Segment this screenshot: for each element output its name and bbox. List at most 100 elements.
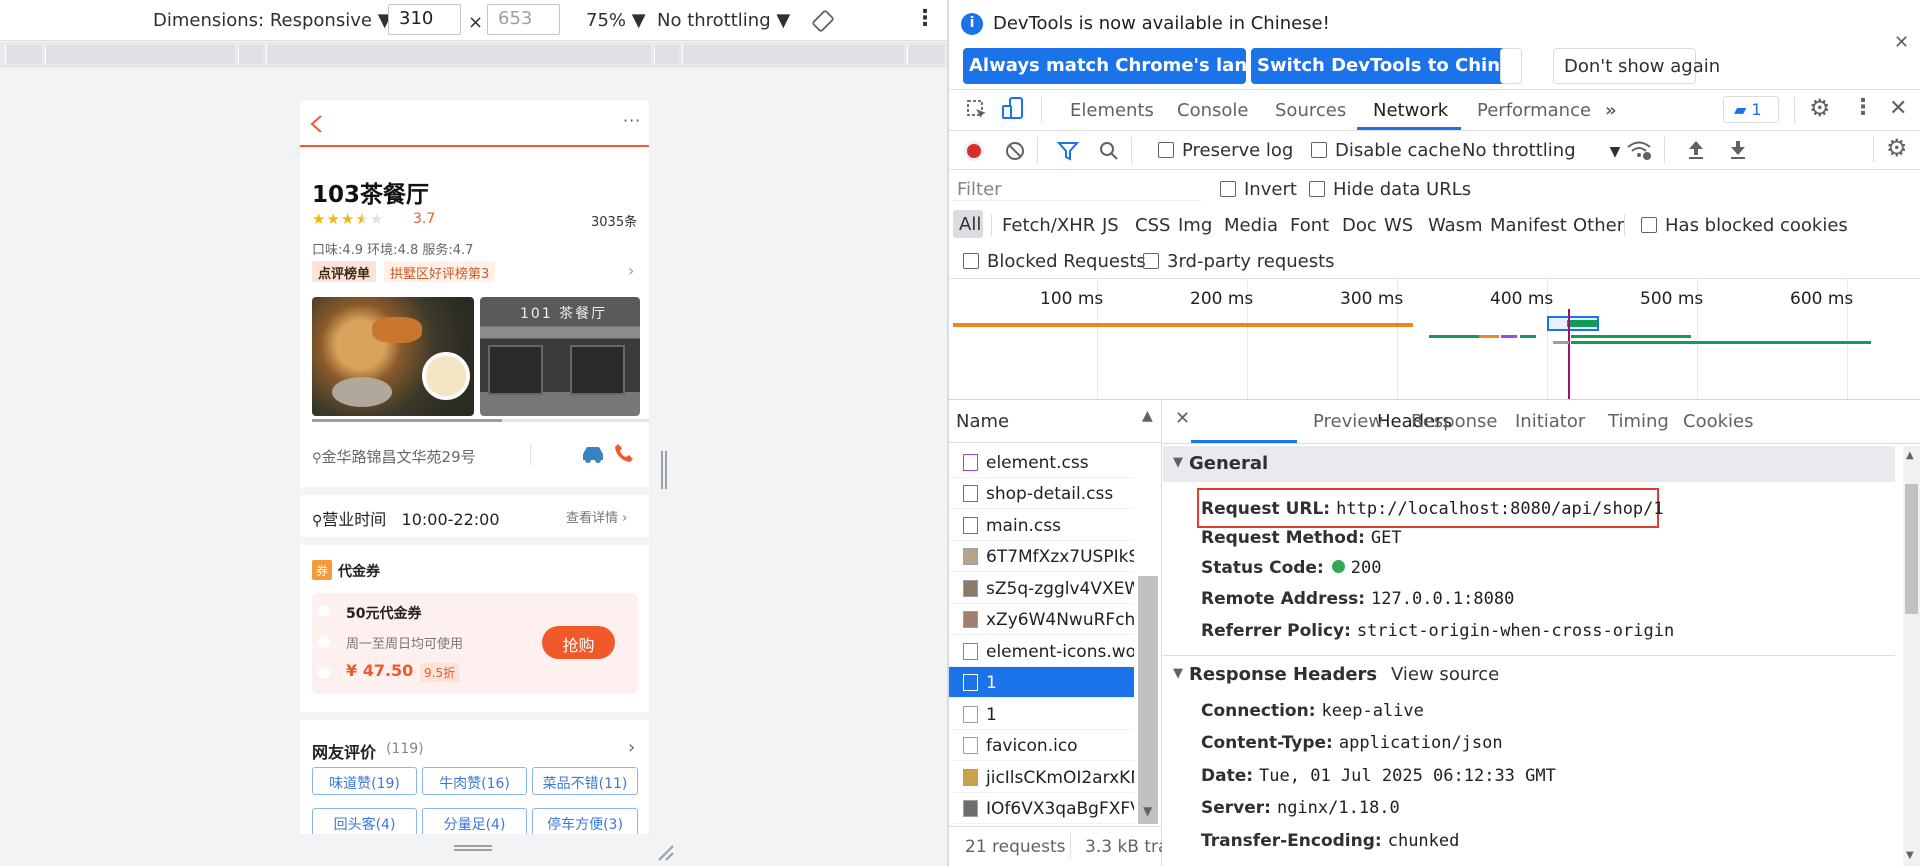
- network-throttling-dropdown[interactable]: No throttling ▼: [1462, 140, 1620, 161]
- request-row[interactable]: 6T7MfXzx7USPIkSy: [949, 541, 1134, 572]
- tab-response[interactable]: Response: [1411, 411, 1497, 432]
- more-tabs-icon[interactable]: »: [1605, 100, 1617, 121]
- zoom-dropdown[interactable]: 75% ▼: [586, 10, 646, 31]
- car-icon[interactable]: [579, 444, 607, 464]
- type-filter-fetch[interactable]: Fetch/XHR: [1002, 215, 1095, 236]
- rank-text[interactable]: 拱墅区好评榜第3: [384, 261, 496, 282]
- tab-network[interactable]: Network: [1373, 100, 1448, 121]
- inspect-element-icon[interactable]: [965, 98, 989, 122]
- filter-input[interactable]: Filter: [953, 176, 1201, 201]
- food-photo[interactable]: [312, 297, 474, 416]
- request-url-value[interactable]: http://localhost:8080/api/shop/1: [1336, 499, 1664, 519]
- tab-initiator[interactable]: Initiator: [1515, 411, 1585, 432]
- settings-gear-icon[interactable]: ⚙: [1809, 94, 1831, 122]
- network-conditions-icon[interactable]: [1625, 138, 1653, 162]
- type-filter-doc[interactable]: Doc: [1342, 215, 1377, 236]
- phone-icon[interactable]: [613, 442, 635, 464]
- issues-counter[interactable]: ▰ 1: [1723, 96, 1779, 123]
- close-details-icon[interactable]: ✕: [1175, 408, 1190, 429]
- invert-checkbox[interactable]: Invert: [1220, 179, 1297, 200]
- more-icon[interactable]: ···: [623, 111, 641, 130]
- tab-preview[interactable]: Preview: [1313, 411, 1383, 432]
- request-row[interactable]: sZ5q-zgglv4VXEW.: [949, 573, 1134, 604]
- switch-to-chinese-button[interactable]: Switch DevTools to Chinese: [1251, 48, 1535, 84]
- review-tag[interactable]: 分量足(4): [422, 808, 527, 834]
- response-headers-section-header[interactable]: ▼ Response Headers View source: [1163, 656, 1895, 692]
- type-filter-font[interactable]: Font: [1290, 215, 1329, 236]
- request-row[interactable]: main.css: [949, 510, 1134, 541]
- request-row[interactable]: element.css: [949, 447, 1134, 478]
- request-row[interactable]: IOf6VX3qaBgFXFV.: [949, 793, 1134, 824]
- media-segment[interactable]: [5, 45, 42, 64]
- preserve-log-checkbox[interactable]: Preserve log: [1158, 140, 1293, 161]
- filter-funnel-icon[interactable]: [1057, 141, 1079, 161]
- type-filter-manifest[interactable]: Manifest: [1490, 215, 1567, 236]
- review-tag[interactable]: 味道赞(19): [312, 767, 417, 795]
- media-segment[interactable]: [682, 45, 904, 64]
- type-filter-ws[interactable]: WS: [1384, 215, 1413, 236]
- scroll-up-icon[interactable]: ▲: [1906, 450, 1914, 461]
- request-row[interactable]: jicIlsCKmOI2arxKN: [949, 762, 1134, 793]
- name-column-header[interactable]: Name: [956, 411, 1009, 432]
- request-row[interactable]: xZy6W4NwuRFchl.: [949, 604, 1134, 635]
- media-segment[interactable]: [266, 45, 651, 64]
- review-tag[interactable]: 菜品不错(11): [532, 767, 638, 795]
- tab-timing[interactable]: Timing: [1608, 411, 1669, 432]
- right-resize-handle[interactable]: [661, 451, 667, 489]
- third-party-checkbox[interactable]: 3rd-party requests: [1143, 251, 1335, 272]
- chevron-right-icon[interactable]: ›: [628, 737, 635, 758]
- tab-console[interactable]: Console: [1177, 100, 1248, 121]
- media-segment[interactable]: [907, 45, 944, 64]
- width-input[interactable]: 310: [388, 4, 461, 35]
- address-row[interactable]: ⚲金华路锦昌文华苑29号: [312, 446, 476, 467]
- voucher-card[interactable]: 50元代金券 周一至周日均可使用 ¥ 47.50 9.5折 抢购: [312, 593, 638, 694]
- request-row[interactable]: element-icons.wof: [949, 636, 1134, 667]
- clear-icon[interactable]: [1005, 141, 1025, 161]
- corner-resize-icon[interactable]: [655, 842, 675, 862]
- dont-show-again-button[interactable]: Don't show again: [1553, 48, 1720, 84]
- type-filter-wasm[interactable]: Wasm: [1428, 215, 1483, 236]
- always-match-language-button[interactable]: Always match Chrome's language: [963, 48, 1310, 84]
- request-list-scrollbar[interactable]: [1138, 576, 1158, 824]
- chevron-right-icon[interactable]: ›: [628, 261, 634, 280]
- import-har-icon[interactable]: [1686, 139, 1706, 161]
- bottom-resize-handle[interactable]: [454, 845, 492, 851]
- type-filter-js[interactable]: JS: [1102, 215, 1119, 236]
- request-row[interactable]: favicon.ico: [949, 730, 1134, 761]
- search-icon[interactable]: [1099, 141, 1119, 161]
- media-segment[interactable]: [45, 45, 235, 64]
- tab-cookies[interactable]: Cookies: [1683, 411, 1753, 432]
- type-filter-img[interactable]: Img: [1178, 215, 1212, 236]
- blocked-cookies-checkbox[interactable]: Has blocked cookies: [1641, 215, 1848, 236]
- storefront-photo[interactable]: 101 茶餐厅: [480, 297, 640, 416]
- devtools-menu-icon[interactable]: ⋮: [1852, 95, 1874, 120]
- details-scrollbar-track[interactable]: ▲ ▼: [1903, 446, 1920, 866]
- tab-elements[interactable]: Elements: [1070, 100, 1154, 121]
- record-button[interactable]: [964, 141, 984, 161]
- throttling-dropdown[interactable]: No throttling ▼: [657, 10, 790, 31]
- hours-detail-link[interactable]: 查看详情 ›: [566, 507, 627, 526]
- media-segment[interactable]: [654, 45, 679, 64]
- height-input[interactable]: 653: [487, 4, 560, 35]
- review-tag[interactable]: 牛肉赞(16): [422, 767, 527, 795]
- blocked-requests-checkbox[interactable]: Blocked Requests: [963, 251, 1146, 272]
- tab-sources[interactable]: Sources: [1275, 100, 1346, 121]
- close-devtools-icon[interactable]: ✕: [1889, 96, 1907, 121]
- review-tag[interactable]: 回头客(4): [312, 808, 417, 834]
- general-section-header[interactable]: ▼ General: [1163, 446, 1895, 482]
- device-toolbar-icon[interactable]: [1001, 96, 1025, 122]
- type-filter-css[interactable]: CSS: [1135, 215, 1170, 236]
- review-tag[interactable]: 停车方便(3): [532, 808, 638, 834]
- type-filter-all[interactable]: All: [959, 214, 981, 235]
- request-row[interactable]: shop-detail.css: [949, 478, 1134, 509]
- timeline-overview[interactable]: 100 ms 200 ms 300 ms 400 ms 500 ms 600 m…: [949, 279, 1920, 399]
- photo-scrollbar-thumb[interactable]: [312, 419, 502, 422]
- view-source-link[interactable]: View source: [1391, 664, 1499, 685]
- network-settings-gear-icon[interactable]: ⚙: [1886, 134, 1908, 162]
- request-row[interactable]: 1: [949, 699, 1134, 730]
- type-filter-other[interactable]: Other: [1573, 215, 1624, 236]
- hide-data-urls-checkbox[interactable]: Hide data URLs: [1309, 179, 1471, 200]
- rotate-icon[interactable]: [812, 10, 834, 32]
- export-har-icon[interactable]: [1728, 139, 1748, 161]
- request-row-selected[interactable]: 1: [949, 667, 1134, 698]
